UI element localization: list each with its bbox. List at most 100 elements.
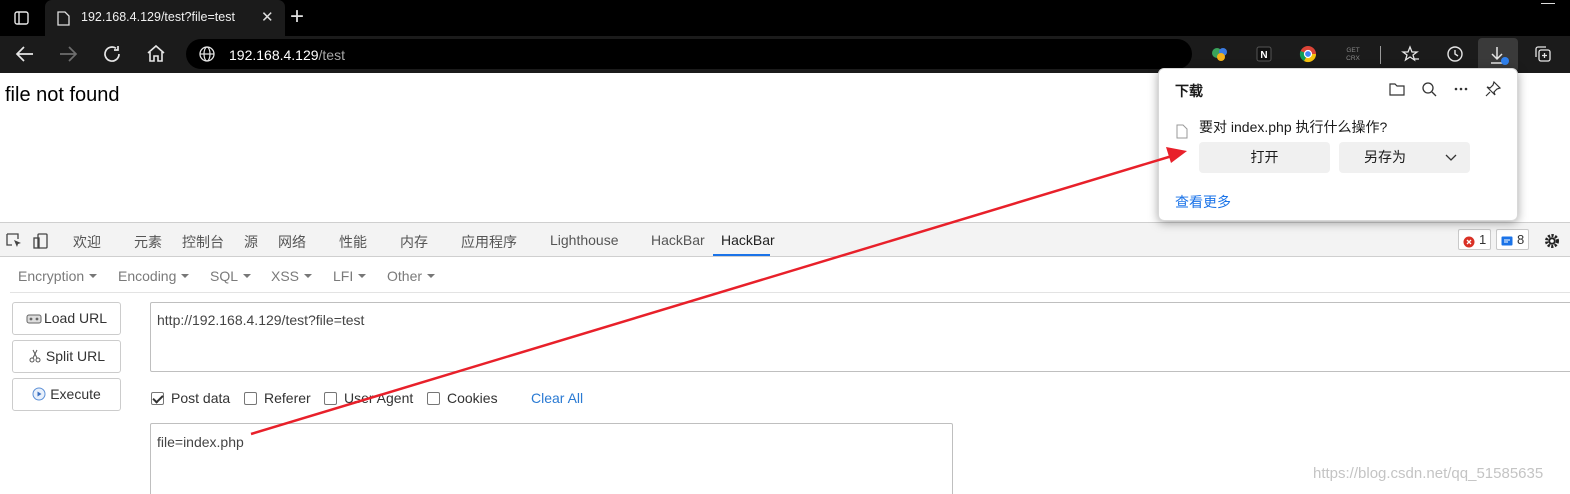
get-crx-icon[interactable]: GET CRX: [1342, 44, 1362, 64]
devtools-tab-hackbar-active[interactable]: HackBar: [721, 232, 775, 248]
toolbar-separator: [1380, 46, 1381, 64]
inspect-element-icon[interactable]: [5, 232, 23, 250]
devtools-tab-elements[interactable]: 元素: [134, 232, 162, 252]
caret-down-icon: [427, 274, 436, 278]
download-popup: 下载 要对 index.php 执行什么操作? 打开 另存为 查看更多: [1158, 68, 1518, 221]
svg-text:GET: GET: [1346, 47, 1359, 54]
menu-encoding-label: Encoding: [118, 268, 177, 284]
caret-down-icon: [181, 274, 190, 278]
split-url-button[interactable]: Split URL: [12, 340, 121, 373]
pin-icon[interactable]: [1484, 80, 1502, 98]
referer-checkbox[interactable]: Referer: [244, 390, 311, 406]
message-icon: [1501, 234, 1513, 246]
new-tab-button[interactable]: +: [290, 4, 304, 30]
back-icon[interactable]: [13, 43, 37, 65]
referer-label: Referer: [264, 390, 311, 406]
devtools-tab-performance[interactable]: 性能: [339, 232, 367, 252]
split-url-label: Split URL: [45, 348, 106, 364]
message-count: 8: [1517, 232, 1525, 247]
download-question: 要对 index.php 执行什么操作?: [1199, 119, 1388, 135]
scissors-icon: [28, 343, 42, 363]
see-more-link[interactable]: 查看更多: [1175, 192, 1231, 212]
menu-encryption[interactable]: Encryption: [18, 268, 98, 284]
menu-other[interactable]: Other: [387, 268, 436, 284]
tab-strip: 192.168.4.129/test?file=test ✕ +: [0, 0, 1570, 36]
tab-title: 192.168.4.129/test?file=test: [81, 10, 235, 24]
cookies-checkbox[interactable]: Cookies: [427, 390, 498, 406]
load-url-icon: [26, 305, 42, 324]
menu-sql[interactable]: SQL: [210, 268, 252, 284]
devtools-tab-welcome[interactable]: 欢迎: [73, 232, 101, 252]
checkbox-checked-icon: [151, 392, 164, 405]
chevron-down-icon[interactable]: [1444, 142, 1458, 184]
file-icon: [1176, 124, 1188, 139]
post-data-textarea[interactable]: file=index.php: [150, 423, 953, 494]
collections-icon[interactable]: [1533, 44, 1553, 64]
caret-down-icon: [304, 274, 313, 278]
devtools-tab-sources[interactable]: 源: [244, 232, 258, 252]
post-data-checkbox[interactable]: Post data: [151, 390, 230, 406]
load-url-button[interactable]: Load URL: [12, 302, 121, 335]
history-icon[interactable]: [1445, 44, 1465, 64]
menu-encoding[interactable]: Encoding: [118, 268, 190, 284]
error-count-badge[interactable]: 1: [1458, 229, 1492, 250]
download-popup-title: 下载: [1175, 83, 1203, 99]
clear-all-link[interactable]: Clear All: [531, 390, 583, 406]
globe-icon: [199, 46, 215, 62]
menu-lfi-label: LFI: [333, 268, 354, 284]
browser-tab-active[interactable]: 192.168.4.129/test?file=test ✕: [45, 0, 285, 36]
chrome-icon[interactable]: [1298, 44, 1318, 64]
tab-close-icon[interactable]: ✕: [261, 8, 274, 26]
page-message: file not found: [5, 84, 120, 106]
checkbox-icon: [244, 392, 257, 405]
devtools-tab-console[interactable]: 控制台: [182, 232, 224, 252]
execute-label: Execute: [50, 386, 101, 402]
error-icon: [1463, 234, 1475, 248]
address-path: /test: [318, 47, 345, 63]
devtools-tab-hackbar[interactable]: HackBar: [651, 232, 705, 248]
tab-actions-icon[interactable]: [8, 8, 34, 28]
menu-xss[interactable]: XSS: [271, 268, 313, 284]
address-text: 192.168.4.129/test: [229, 47, 345, 63]
user-agent-label: User Agent: [344, 390, 414, 406]
url-textarea[interactable]: http://192.168.4.129/test?file=test: [150, 302, 1570, 372]
devtools-tab-lighthouse[interactable]: Lighthouse: [550, 232, 619, 248]
menu-lfi[interactable]: LFI: [333, 268, 367, 284]
caret-down-icon: [243, 274, 252, 278]
save-as-label: 另存为: [1364, 149, 1406, 165]
more-options-icon[interactable]: [1452, 80, 1470, 98]
devtools-tab-application[interactable]: 应用程序: [461, 232, 517, 252]
settings-gear-icon[interactable]: [1543, 232, 1561, 250]
user-agent-checkbox[interactable]: User Agent: [324, 390, 413, 406]
cookies-label: Cookies: [447, 390, 498, 406]
open-folder-icon[interactable]: [1388, 80, 1406, 98]
refresh-icon[interactable]: [101, 43, 125, 65]
colorful-ext-icon[interactable]: [1210, 44, 1230, 64]
open-button[interactable]: 打开: [1199, 142, 1330, 173]
address-host: 192.168.4.129: [229, 47, 319, 63]
execute-button[interactable]: Execute: [12, 378, 121, 411]
active-tab-indicator: [713, 254, 770, 256]
search-icon[interactable]: [1420, 80, 1438, 98]
window-minimize-button[interactable]: [1535, 0, 1570, 8]
svg-text:N: N: [1260, 50, 1267, 61]
post-data-label: Post data: [171, 390, 231, 406]
address-bar[interactable]: 192.168.4.129/test: [186, 39, 1192, 69]
menu-xss-label: XSS: [271, 268, 300, 284]
screenshot-root: 192.168.4.129/test?file=test ✕ + 192.168…: [0, 0, 1570, 494]
menu-other-label: Other: [387, 268, 423, 284]
devtools-tab-network[interactable]: 网络: [278, 232, 306, 252]
home-icon[interactable]: [144, 43, 168, 65]
menu-encryption-label: Encryption: [18, 268, 85, 284]
forward-icon[interactable]: [56, 43, 80, 65]
error-count: 1: [1479, 232, 1487, 247]
checkbox-icon: [324, 392, 337, 405]
notion-icon[interactable]: N: [1254, 44, 1274, 64]
menu-sql-label: SQL: [210, 268, 239, 284]
message-count-badge[interactable]: 8: [1496, 229, 1530, 250]
favorites-icon[interactable]: [1401, 44, 1421, 64]
devtools-tab-memory[interactable]: 内存: [400, 232, 428, 252]
downloads-button[interactable]: [1478, 38, 1518, 72]
device-emulation-icon[interactable]: [33, 232, 51, 250]
save-as-button[interactable]: 另存为: [1339, 142, 1470, 173]
